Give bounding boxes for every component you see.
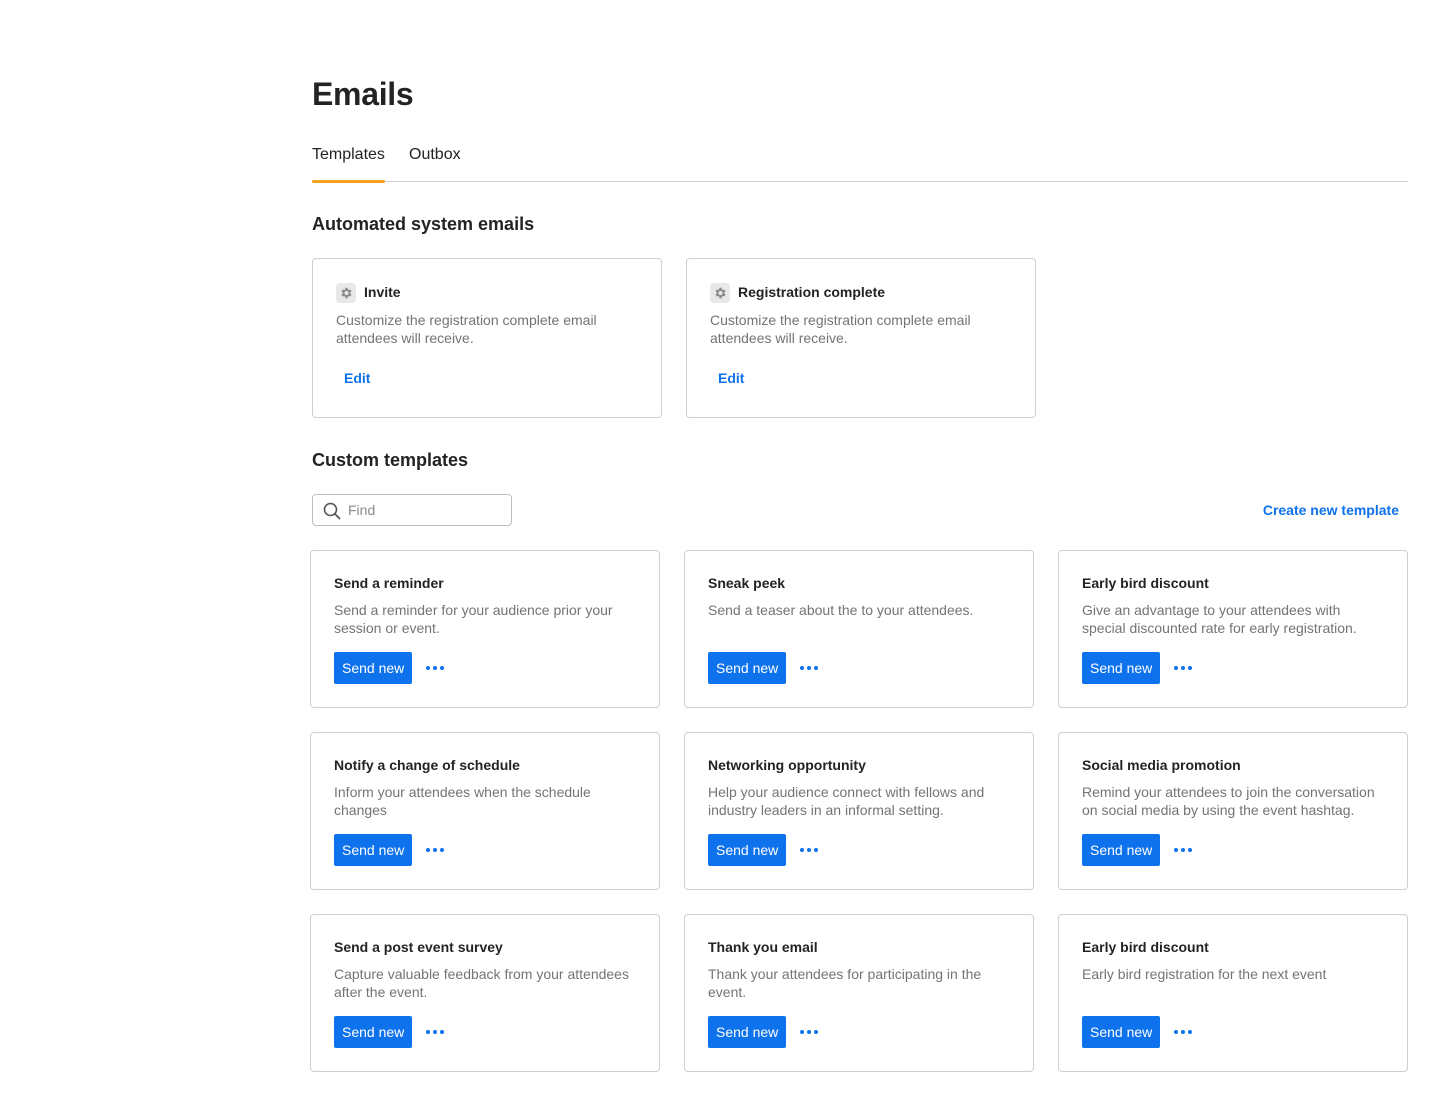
page-title: Emails bbox=[312, 76, 414, 112]
more-options-icon[interactable] bbox=[1172, 658, 1194, 678]
template-card-title: Networking opportunity bbox=[708, 757, 866, 773]
send-new-button[interactable]: Send new bbox=[708, 652, 787, 684]
send-new-button[interactable]: Send new bbox=[334, 652, 413, 684]
template-card-title: Notify a change of schedule bbox=[334, 757, 520, 773]
system-card-description: Customize the registration complete emai… bbox=[336, 312, 597, 346]
gear-icon bbox=[336, 283, 356, 303]
search-field bbox=[312, 494, 512, 526]
template-card-description: Send a reminder for your audience prior … bbox=[334, 602, 613, 636]
template-card-title: Early bird discount bbox=[1082, 575, 1209, 591]
send-new-button[interactable]: Send new bbox=[1082, 834, 1161, 866]
template-card: Networking opportunity Help your audienc… bbox=[684, 732, 1034, 890]
more-options-icon[interactable] bbox=[424, 658, 446, 678]
more-options-icon[interactable] bbox=[1172, 840, 1194, 860]
more-options-icon[interactable] bbox=[424, 840, 446, 860]
system-card-invite: Invite Customize the registration comple… bbox=[312, 258, 662, 418]
template-card-title: Social media promotion bbox=[1082, 757, 1241, 773]
template-card: Thank you email Thank your attendees for… bbox=[684, 914, 1034, 1072]
more-options-icon[interactable] bbox=[798, 658, 820, 678]
send-new-button[interactable]: Send new bbox=[708, 1016, 787, 1048]
send-new-button[interactable]: Send new bbox=[1082, 1016, 1161, 1048]
template-card: Early bird discount Early bird registrat… bbox=[1058, 914, 1408, 1072]
template-card-title: Thank you email bbox=[708, 939, 818, 955]
edit-registration-complete-link[interactable]: Edit bbox=[718, 370, 744, 386]
more-options-icon[interactable] bbox=[424, 1022, 446, 1042]
template-card-description: Give an advantage to your attendees with… bbox=[1082, 602, 1357, 636]
template-card-title: Early bird discount bbox=[1082, 939, 1209, 955]
create-new-template-link[interactable]: Create new template bbox=[1263, 502, 1399, 518]
edit-invite-link[interactable]: Edit bbox=[344, 370, 370, 386]
system-card-registration-complete: Registration complete Customize the regi… bbox=[686, 258, 1036, 418]
more-options-icon[interactable] bbox=[1172, 1022, 1194, 1042]
template-card: Notify a change of schedule Inform your … bbox=[310, 732, 660, 890]
template-card-title: Send a post event survey bbox=[334, 939, 503, 955]
send-new-button[interactable]: Send new bbox=[1082, 652, 1161, 684]
automated-emails-heading: Automated system emails bbox=[312, 214, 535, 234]
system-card-description: Customize the registration complete emai… bbox=[710, 312, 971, 346]
template-card-description: Help your audience connect with fellows … bbox=[708, 784, 985, 818]
tab-bar: Templates Outbox bbox=[312, 144, 1408, 183]
system-card-title: Registration complete bbox=[738, 284, 886, 300]
template-card-title: Send a reminder bbox=[334, 575, 444, 591]
template-card-description: Inform your attendees when the schedule … bbox=[334, 784, 591, 818]
search-input[interactable] bbox=[348, 499, 503, 521]
more-options-icon[interactable] bbox=[798, 840, 820, 860]
emails-page: Emails Templates Outbox Automated system… bbox=[0, 0, 1440, 1112]
send-new-button[interactable]: Send new bbox=[334, 1016, 413, 1048]
custom-templates-heading: Custom templates bbox=[312, 450, 469, 470]
search-icon bbox=[323, 502, 341, 520]
template-card-description: Early bird registration for the next eve… bbox=[1082, 966, 1327, 982]
more-options-icon[interactable] bbox=[798, 1022, 820, 1042]
gear-icon bbox=[710, 283, 730, 303]
system-card-title: Invite bbox=[364, 284, 401, 300]
template-card-description: Thank your attendees for participating i… bbox=[708, 966, 982, 1000]
tab-outbox[interactable]: Outbox bbox=[409, 144, 461, 182]
template-card-title: Sneak peek bbox=[708, 575, 786, 591]
tab-templates[interactable]: Templates bbox=[312, 144, 385, 183]
template-card: Send a reminder Send a reminder for your… bbox=[310, 550, 660, 708]
template-card-description: Send a teaser about the to your attendee… bbox=[708, 602, 974, 618]
template-card: Social media promotion Remind your atten… bbox=[1058, 732, 1408, 890]
template-card-description: Capture valuable feedback from your atte… bbox=[334, 966, 629, 1000]
template-card-description: Remind your attendees to join the conver… bbox=[1082, 784, 1375, 818]
send-new-button[interactable]: Send new bbox=[334, 834, 413, 866]
send-new-button[interactable]: Send new bbox=[708, 834, 787, 866]
template-card: Early bird discount Give an advantage to… bbox=[1058, 550, 1408, 708]
template-card: Sneak peek Send a teaser about the to yo… bbox=[684, 550, 1034, 708]
template-card: Send a post event survey Capture valuabl… bbox=[310, 914, 660, 1072]
